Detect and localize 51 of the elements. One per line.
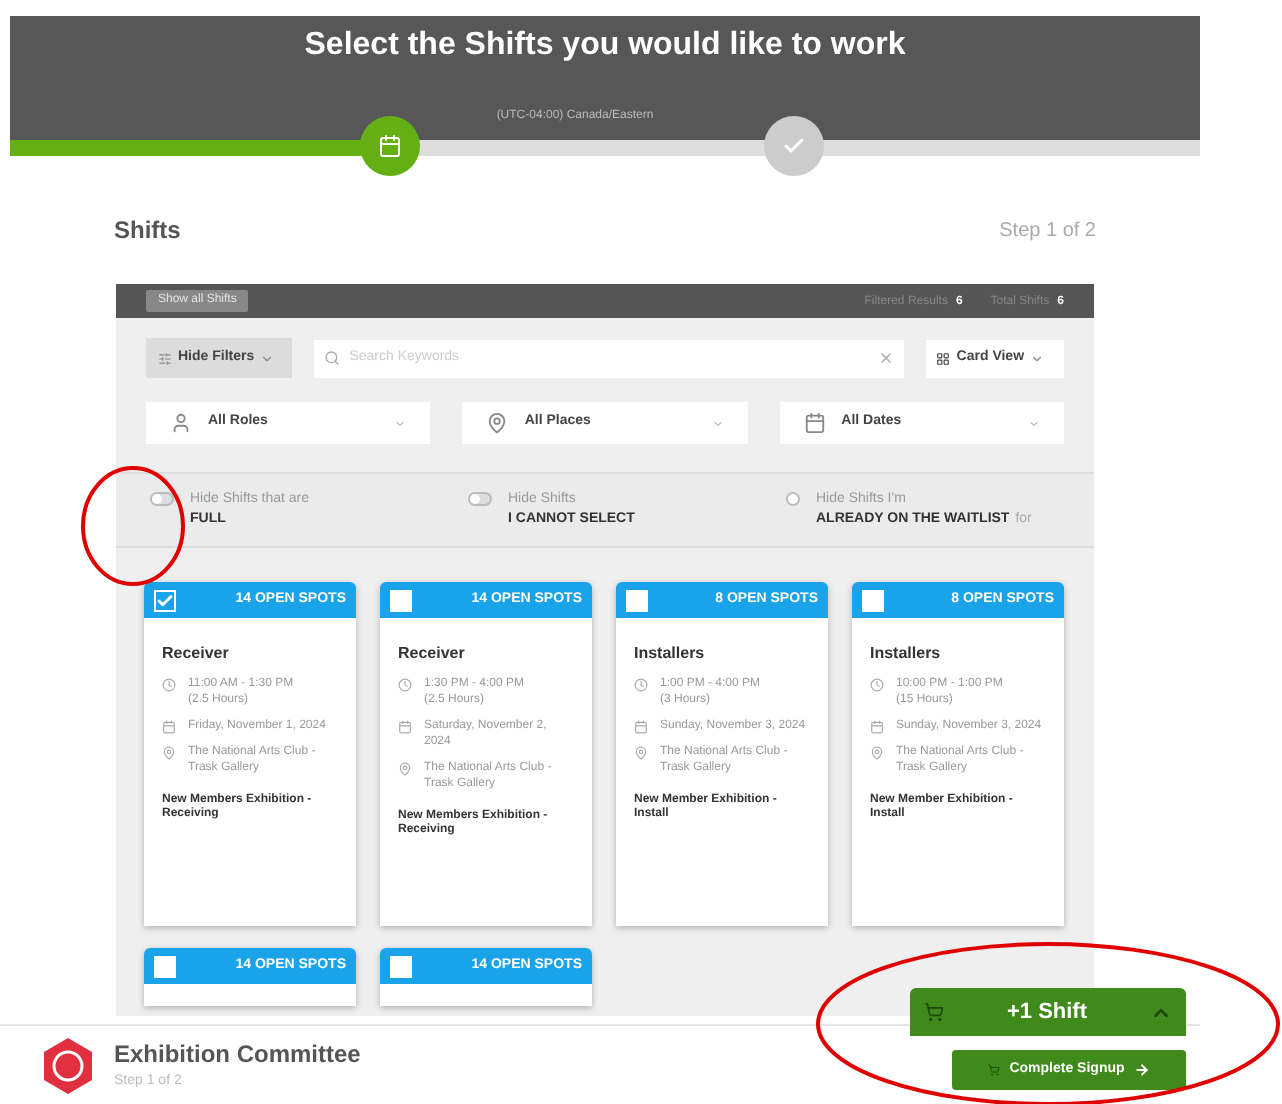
role-title: Installers (634, 642, 707, 666)
calendar-icon (870, 720, 884, 734)
cart-panel[interactable]: +1 Shift (910, 988, 1186, 1036)
caret-icon (711, 417, 724, 429)
grid-icon (936, 351, 951, 365)
filter-icon (158, 351, 172, 365)
calendar-icon (398, 720, 412, 734)
clock-icon (398, 678, 412, 692)
person-icon (170, 412, 192, 434)
pin-icon (398, 762, 412, 776)
pin-icon (162, 746, 176, 760)
caret-icon (394, 417, 407, 429)
page-title: Select the Shifts you would like to work (304, 26, 906, 66)
card-checkbox[interactable] (154, 589, 176, 611)
role-title: Receiver (398, 642, 467, 666)
pin-icon (486, 412, 509, 434)
cart-label: +1 Shift (1006, 997, 1088, 1028)
card-checkbox[interactable] (154, 955, 176, 977)
search-icon (323, 350, 340, 366)
section-title: Shifts (114, 214, 181, 248)
pin-icon (870, 746, 884, 760)
clock-icon (870, 678, 884, 692)
check-icon (782, 134, 806, 158)
clear-icon[interactable] (878, 350, 895, 366)
caret-icon (1027, 417, 1040, 429)
role-title: Receiver (162, 642, 231, 666)
calendar-icon (634, 720, 648, 734)
calendar-icon (803, 412, 826, 434)
toggle-switch[interactable] (786, 491, 800, 505)
calendar-icon (162, 720, 176, 734)
toggle-switch[interactable] (150, 491, 174, 505)
check-icon (156, 591, 174, 609)
pin-icon (634, 746, 648, 760)
clock-icon (162, 678, 176, 692)
caret-icon (260, 351, 275, 365)
step-label: Step 1 of 2 (999, 217, 1096, 245)
card-checkbox[interactable] (390, 955, 412, 977)
cart-icon (987, 1064, 1000, 1076)
clock-icon (634, 678, 648, 692)
organization-name: Exhibition Committee (114, 1038, 361, 1073)
toggle-switch[interactable] (468, 491, 492, 505)
role-title: Installers (870, 642, 943, 666)
calendar-icon (378, 134, 402, 158)
card-checkbox[interactable] (862, 589, 884, 611)
logo-icon (40, 1035, 96, 1095)
annotation-circle (80, 464, 186, 588)
arrow-icon (1134, 1062, 1151, 1078)
card-checkbox[interactable] (390, 589, 412, 611)
cart-icon (924, 1002, 944, 1022)
card-checkbox[interactable] (626, 589, 648, 611)
caret-icon (1030, 351, 1045, 365)
